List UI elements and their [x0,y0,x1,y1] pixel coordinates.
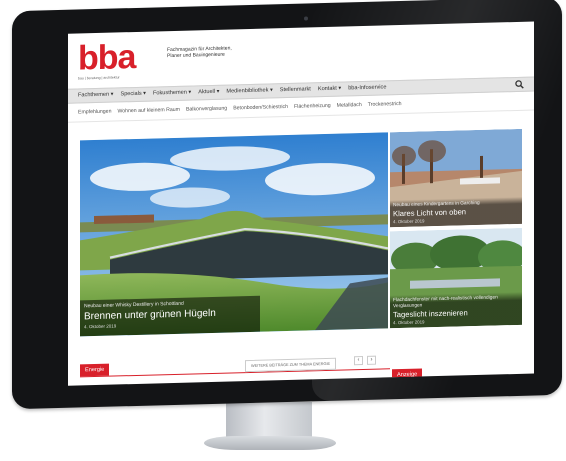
monitor-bezel: bba bau | beratung | architektur Fachmag… [12,0,566,410]
camera-icon [304,16,308,21]
nav-item-fokusthemen[interactable]: Fokusthemen ▾ [153,90,191,97]
nav-item-medienbibliothek[interactable]: Medienbibliothek ▾ [226,87,272,94]
subnav-item-metalldach[interactable]: Metalldach [337,102,362,109]
next-button[interactable]: › [367,355,376,365]
site-logo[interactable]: bba [78,38,135,78]
subnav-item-wohnen[interactable]: Wohnen auf kleinem Raum [117,107,179,115]
teaser-caption: Flachdachfenster mit nach-realistisch vo… [390,291,522,329]
subnav-item-trockenestrich[interactable]: Trockenestrich [368,101,402,108]
hero-caption: Neubau einer Whisky Destillery in Schott… [80,295,260,337]
monitor-stand-neck [226,402,312,438]
nav-item-kontakt[interactable]: Kontakt ▾ [318,86,341,93]
main-nav-items: Fachthemen ▾ Specials ▾ Fokusthemen ▾ Ak… [78,84,386,98]
subnav-item-balkonverglasung[interactable]: Balkonverglasung [186,106,227,113]
nav-item-stellenmarkt[interactable]: Stellenmarkt [280,86,311,93]
teaser-card-tageslicht[interactable]: Flachdachfenster mit nach-realistisch vo… [390,227,522,329]
prev-button[interactable]: ‹ [354,356,363,366]
teaser-caption: Neubau eines Kindergartens in Garching K… [390,196,522,228]
subnav-item-betonboden[interactable]: Betonboden/Schiestrich [233,104,288,111]
nav-item-aktuell[interactable]: Aktuell ▾ [198,89,219,96]
website-screen: bba bau | beratung | architektur Fachmag… [68,21,534,386]
energie-section-header: Energie WEITERE BEITRÄGE ZUM THEMA ENERG… [80,355,390,378]
more-articles-button[interactable]: WEITERE BEITRÄGE ZUM THEMA ENERGIE [245,357,337,373]
nav-item-specials[interactable]: Specials ▾ [120,91,146,98]
monitor-stand-foot [204,436,336,450]
nav-item-fachthemen[interactable]: Fachthemen ▾ [78,92,113,99]
logo-subtitle: bau | beratung | architektur [78,75,120,81]
subnav-item-empfehlungen[interactable]: Empfehlungen [78,109,111,116]
product-mockup: bba bau | beratung | architektur Fachmag… [0,0,566,461]
search-icon[interactable] [515,80,524,89]
teaser-card-kindergarten[interactable]: Neubau eines Kindergartens in Garching K… [390,128,522,228]
section-tab-energie[interactable]: Energie [80,363,110,377]
site-tagline: Fachmagazin für Architekten, Planer und … [167,45,232,60]
subnav-item-flaechenheizung[interactable]: Flächenheizung [294,103,331,110]
nav-item-infoservice[interactable]: bba-Infoservice [348,84,386,91]
hero-article[interactable]: Neubau einer Whisky Destillery in Schott… [80,132,388,337]
